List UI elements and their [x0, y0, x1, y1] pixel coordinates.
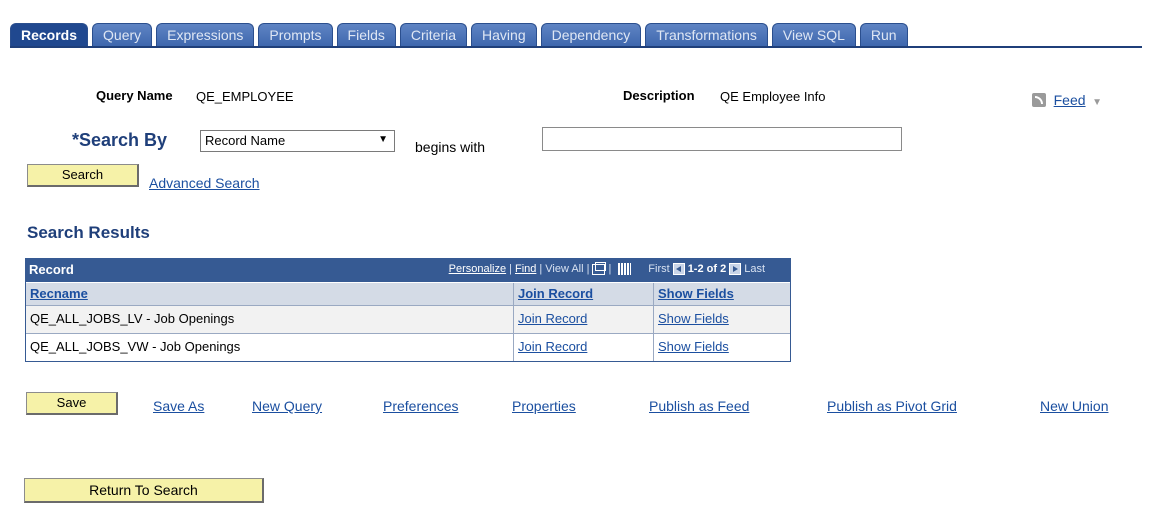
previous-icon[interactable]: [672, 263, 685, 275]
query-name-value: QE_EMPLOYEE: [196, 89, 294, 104]
next-icon[interactable]: [729, 263, 742, 275]
save-as-link[interactable]: Save As: [153, 398, 204, 414]
grid-header: Record Personalize | Find | View All | |…: [26, 259, 790, 282]
table-row: QE_ALL_JOBS_LV - Job Openings Join Recor…: [26, 305, 790, 333]
properties-link[interactable]: Properties: [512, 398, 576, 414]
first-label[interactable]: First: [648, 263, 669, 275]
tab-divider: [10, 46, 1142, 48]
nav-separator: |: [509, 263, 512, 275]
feed-link[interactable]: Feed ▼: [1032, 92, 1102, 108]
tab-having[interactable]: Having: [471, 23, 537, 47]
show-fields-link[interactable]: Show Fields: [658, 339, 729, 354]
new-query-link[interactable]: New Query: [252, 398, 322, 414]
tab-criteria[interactable]: Criteria: [399, 23, 468, 47]
join-record-link[interactable]: Join Record: [518, 311, 587, 326]
tab-view-sql[interactable]: View SQL: [771, 23, 856, 47]
show-fields-column-header[interactable]: Show Fields: [658, 286, 734, 301]
tab-fields[interactable]: Fields: [336, 23, 396, 47]
chevron-down-icon[interactable]: ▼: [1092, 97, 1102, 108]
publish-as-feed-link[interactable]: Publish as Feed: [649, 398, 749, 414]
tab-query[interactable]: Query: [92, 23, 153, 47]
preferences-link[interactable]: Preferences: [383, 398, 458, 414]
table-row: QE_ALL_JOBS_VW - Job Openings Join Recor…: [26, 333, 790, 361]
new-union-link[interactable]: New Union: [1040, 398, 1108, 414]
feed-label[interactable]: Feed: [1054, 92, 1086, 108]
search-by-label: *Search By: [72, 130, 168, 150]
description-value: QE Employee Info: [720, 89, 826, 104]
return-to-search-button[interactable]: Return To Search: [24, 478, 264, 503]
query-name-label: Query Name: [96, 88, 173, 103]
show-fields-link[interactable]: Show Fields: [658, 311, 729, 326]
tab-bar: Records Query Expressions Prompts Fields…: [0, 0, 1153, 48]
search-input[interactable]: [542, 127, 902, 151]
last-label[interactable]: Last: [744, 263, 765, 275]
tab-expressions[interactable]: Expressions: [156, 23, 255, 47]
grid-column-headers: Recname Join Record Show Fields: [26, 282, 790, 305]
nav-separator: |: [586, 263, 590, 275]
view-all-link[interactable]: View All: [545, 263, 583, 275]
dropdown-arrow-icon: ▼: [378, 134, 388, 145]
grid-title: Record: [29, 262, 74, 277]
recname-cell: QE_ALL_JOBS_VW - Job Openings: [26, 334, 514, 361]
row-range: 1-2 of 2: [687, 263, 727, 275]
nav-separator: |: [539, 263, 543, 275]
begins-with-label: begins with: [415, 139, 486, 155]
rss-feed-icon: [1032, 93, 1046, 107]
search-by-select[interactable]: Record Name ▼: [200, 130, 395, 152]
search-results-grid: Record Personalize | Find | View All | |…: [25, 258, 791, 362]
recname-column-header[interactable]: Recname: [30, 286, 88, 301]
advanced-search-link[interactable]: Advanced Search: [149, 175, 260, 191]
recname-cell: QE_ALL_JOBS_LV - Job Openings: [26, 306, 514, 333]
search-button[interactable]: Search: [27, 164, 139, 187]
tab-dependency[interactable]: Dependency: [540, 23, 642, 47]
tab-prompts[interactable]: Prompts: [258, 23, 333, 47]
search-results-title: Search Results: [27, 223, 150, 242]
search-by-value: Record Name: [205, 133, 286, 148]
publish-as-pivot-grid-link[interactable]: Publish as Pivot Grid: [827, 398, 957, 414]
new-window-icon[interactable]: [592, 261, 607, 275]
tab-run[interactable]: Run: [859, 23, 908, 47]
grid-navigation: Personalize | Find | View All | | First …: [449, 261, 765, 275]
join-record-column-header[interactable]: Join Record: [518, 286, 593, 301]
nav-separator: |: [608, 263, 612, 275]
save-button[interactable]: Save: [26, 392, 118, 415]
download-grid-icon[interactable]: [618, 263, 632, 275]
find-link[interactable]: Find: [515, 263, 536, 275]
tab-transformations[interactable]: Transformations: [645, 23, 768, 47]
description-label: Description: [623, 88, 695, 103]
join-record-link[interactable]: Join Record: [518, 339, 587, 354]
personalize-link[interactable]: Personalize: [449, 263, 506, 275]
tab-records[interactable]: Records: [10, 23, 89, 47]
